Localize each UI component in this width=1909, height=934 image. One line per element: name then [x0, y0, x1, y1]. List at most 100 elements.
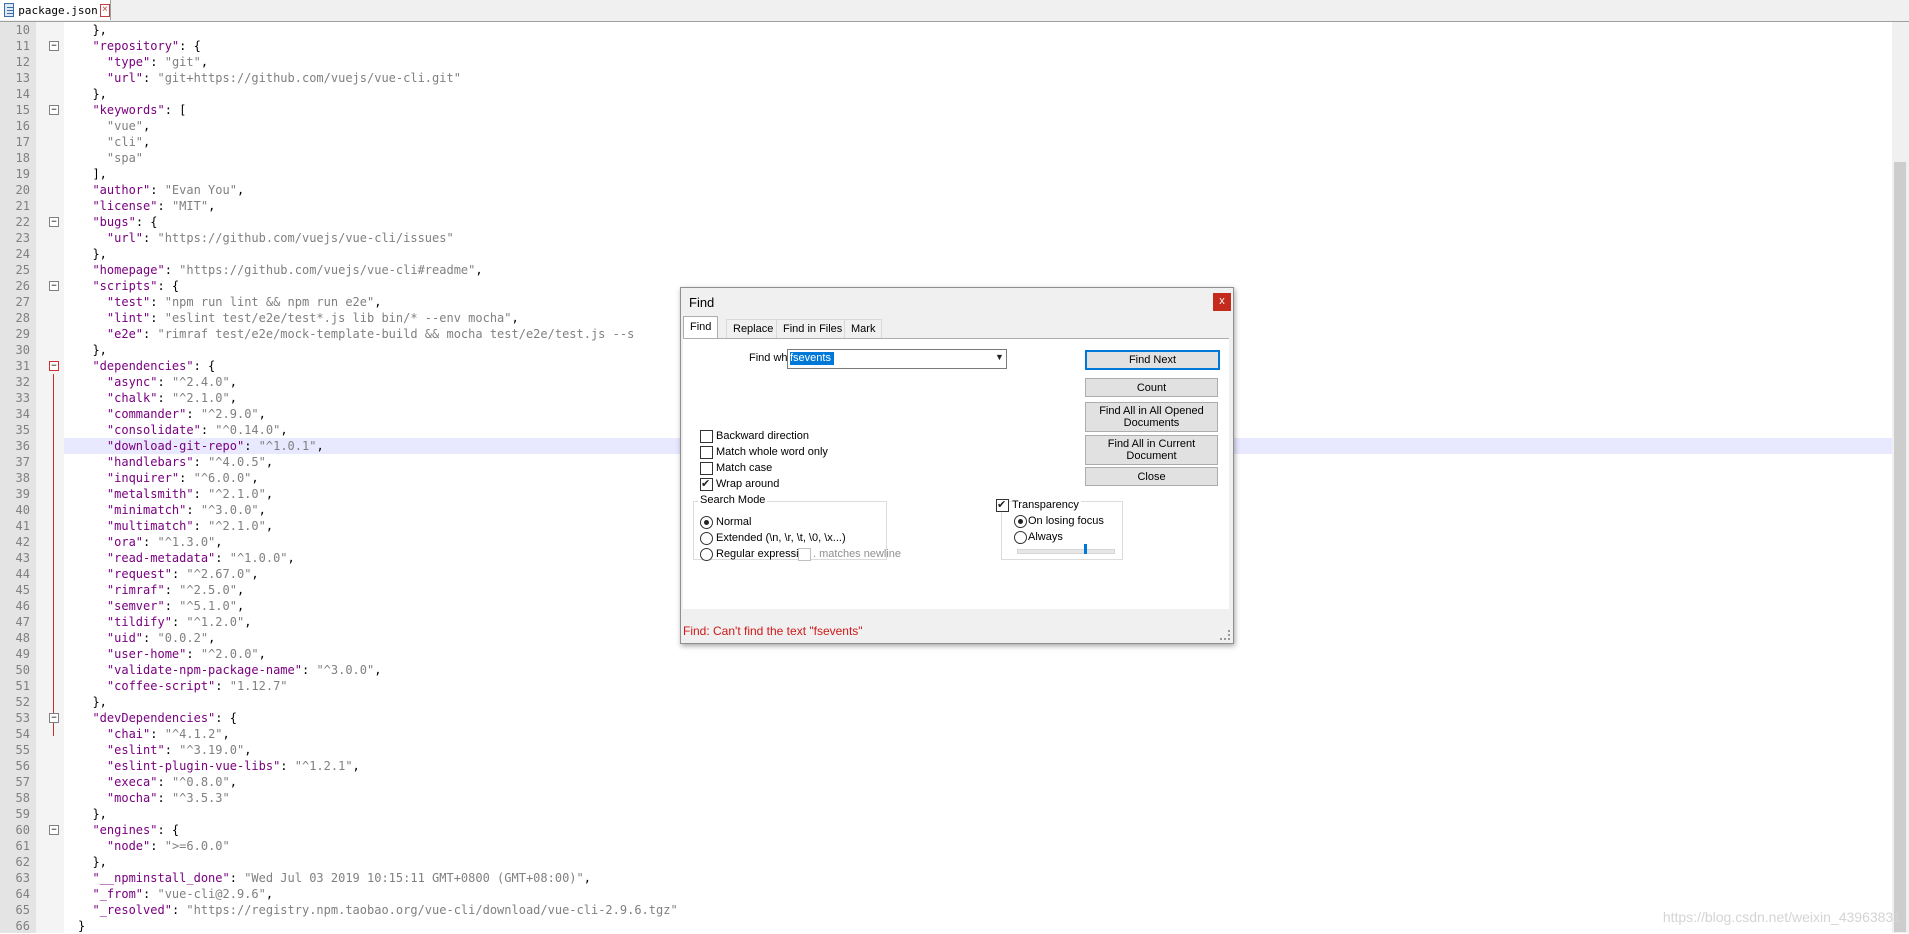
code-line[interactable]: 62 },	[0, 854, 1892, 870]
normal-mode-radio[interactable]	[700, 516, 713, 529]
code-line[interactable]: 10 },	[0, 22, 1892, 38]
code-line[interactable]: 64 "_from": "vue-cli@2.9.6",	[0, 886, 1892, 902]
resize-grip-icon[interactable]	[1220, 630, 1230, 640]
line-text: "author": "Evan You",	[64, 182, 1892, 198]
json-string: "^2.5.0"	[179, 583, 237, 597]
code-line[interactable]: 49 "user-home": "^2.0.0",	[0, 646, 1892, 662]
fold-toggle-icon[interactable]: −	[49, 281, 59, 291]
code-line[interactable]: 66}	[0, 918, 1892, 934]
code-line[interactable]: 22 − "bugs": {	[0, 214, 1892, 230]
find-next-button[interactable]: Find Next	[1085, 350, 1220, 370]
json-punct	[78, 519, 107, 533]
code-line[interactable]: 16 "vue",	[0, 118, 1892, 134]
tab-mark[interactable]: Mark	[844, 319, 883, 338]
code-line[interactable]: 50 "validate-npm-package-name": "^3.0.0"…	[0, 662, 1892, 678]
regex-mode-radio[interactable]	[700, 548, 713, 561]
json-string: "^2.9.0"	[200, 407, 259, 421]
find-what-input[interactable]	[790, 351, 980, 365]
json-string: "0.0.2"	[157, 631, 209, 645]
line-number: 16	[15, 119, 30, 133]
vertical-scrollbar[interactable]	[1892, 22, 1909, 933]
code-line[interactable]: 13 "url": "git+https://github.com/vuejs/…	[0, 70, 1892, 86]
tab-find-in-files[interactable]: Find in Files	[776, 319, 850, 338]
on-losing-focus-radio[interactable]	[1014, 515, 1027, 528]
code-line[interactable]: 17 "cli",	[0, 134, 1892, 150]
line-number: 30	[15, 343, 30, 357]
json-punct	[78, 327, 107, 341]
code-line[interactable]: 14 },	[0, 86, 1892, 102]
transparency-checkbox[interactable]	[996, 498, 1009, 512]
line-text: "url": "https://github.com/vuejs/vue-cli…	[64, 230, 1892, 246]
code-line[interactable]: 58 "mocha": "^3.5.3"	[0, 790, 1892, 806]
code-line[interactable]: 15 − "keywords": [	[0, 102, 1892, 118]
fold-toggle-icon[interactable]: −	[49, 713, 59, 723]
json-punct	[78, 487, 107, 501]
code-line[interactable]: 52 },	[0, 694, 1892, 710]
wrap-around-checkbox[interactable]	[700, 477, 713, 491]
tab-replace[interactable]: Replace	[726, 319, 781, 338]
line-text: "execa": "^0.8.0",	[64, 774, 1892, 790]
extended-mode-radio[interactable]	[700, 532, 713, 545]
code-line[interactable]: 18 "spa"	[0, 150, 1892, 166]
json-string: "https://github.com/vuejs/vue-cli#readme…	[179, 263, 476, 277]
tab-find[interactable]: Find	[683, 316, 719, 339]
line-number: 51	[15, 679, 30, 693]
wrap-around-label: Wrap around	[716, 478, 780, 490]
code-line[interactable]: 55 "eslint": "^3.19.0",	[0, 742, 1892, 758]
match-whole-word-checkbox[interactable]	[700, 446, 713, 459]
find-what-combobox[interactable]: ▼	[787, 349, 1007, 369]
json-punct: :	[143, 231, 158, 245]
json-punct	[78, 551, 107, 565]
find-all-opened-button[interactable]: Find All in All Opened Documents	[1085, 402, 1218, 432]
json-string: "Wed Jul 03 2019 10:15:11 GMT+0800 (GMT+…	[244, 871, 584, 885]
chevron-down-icon[interactable]: ▼	[995, 353, 1004, 362]
json-punct	[78, 791, 107, 805]
code-line[interactable]: 60 − "engines": {	[0, 822, 1892, 838]
code-line[interactable]: 51 "coffee-script": "1.12.7"	[0, 678, 1892, 694]
find-all-current-button[interactable]: Find All in Current Document	[1085, 435, 1218, 465]
code-line[interactable]: 56 "eslint-plugin-vue-libs": "^1.2.1",	[0, 758, 1892, 774]
code-line[interactable]: 59 },	[0, 806, 1892, 822]
match-case-checkbox[interactable]	[700, 462, 713, 475]
transparency-slider[interactable]	[1017, 549, 1115, 554]
code-line[interactable]: 24 },	[0, 246, 1892, 262]
code-line[interactable]: 11 − "repository": {	[0, 38, 1892, 54]
code-line[interactable]: 53 − "devDependencies": {	[0, 710, 1892, 726]
backward-direction-checkbox[interactable]	[700, 430, 713, 443]
line-text: "eslint-plugin-vue-libs": "^1.2.1",	[64, 758, 1892, 774]
transparency-slider-thumb[interactable]	[1084, 544, 1088, 554]
code-line[interactable]: 61 "node": ">=6.0.0"	[0, 838, 1892, 854]
json-punct: :	[186, 503, 201, 517]
fold-toggle-icon[interactable]: −	[49, 105, 59, 115]
json-punct: :	[171, 903, 187, 917]
line-number: 60	[15, 823, 30, 837]
json-punct: ],	[78, 167, 107, 181]
code-line[interactable]: 20 "author": "Evan You",	[0, 182, 1892, 198]
code-line[interactable]: 63 "__npminstall_done": "Wed Jul 03 2019…	[0, 870, 1892, 886]
fold-toggle-icon[interactable]: −	[49, 217, 59, 227]
dialog-close-icon[interactable]: x	[1213, 293, 1231, 311]
code-line[interactable]: 57 "execa": "^0.8.0",	[0, 774, 1892, 790]
code-line[interactable]: 25 "homepage": "https://github.com/vuejs…	[0, 262, 1892, 278]
tab-package-json[interactable]: package.json ×	[0, 0, 111, 20]
code-line[interactable]: 54 "chai": "^4.1.2",	[0, 726, 1892, 742]
tab-close-icon[interactable]: ×	[99, 3, 110, 17]
count-button[interactable]: Count	[1085, 378, 1218, 397]
matches-newline-checkbox[interactable]	[798, 548, 811, 561]
scrollbar-thumb[interactable]	[1894, 162, 1906, 932]
line-number: 52	[15, 695, 30, 709]
line-text: "_resolved": "https://registry.npm.taoba…	[64, 902, 1892, 918]
always-radio[interactable]	[1014, 531, 1027, 544]
code-line[interactable]: 19 ],	[0, 166, 1892, 182]
code-line[interactable]: 65 "_resolved": "https://registry.npm.ta…	[0, 902, 1892, 918]
fold-toggle-icon[interactable]: −	[49, 41, 59, 51]
fold-toggle-icon[interactable]: −	[49, 825, 59, 835]
json-punct: :	[200, 423, 216, 437]
close-button[interactable]: Close	[1085, 467, 1218, 486]
code-line[interactable]: 12 "type": "git",	[0, 54, 1892, 70]
fold-toggle-icon[interactable]: −	[49, 361, 59, 371]
line-number: 33	[15, 391, 30, 405]
code-line[interactable]: 23 "url": "https://github.com/vuejs/vue-…	[0, 230, 1892, 246]
line-number: 49	[15, 647, 30, 661]
code-line[interactable]: 21 "license": "MIT",	[0, 198, 1892, 214]
